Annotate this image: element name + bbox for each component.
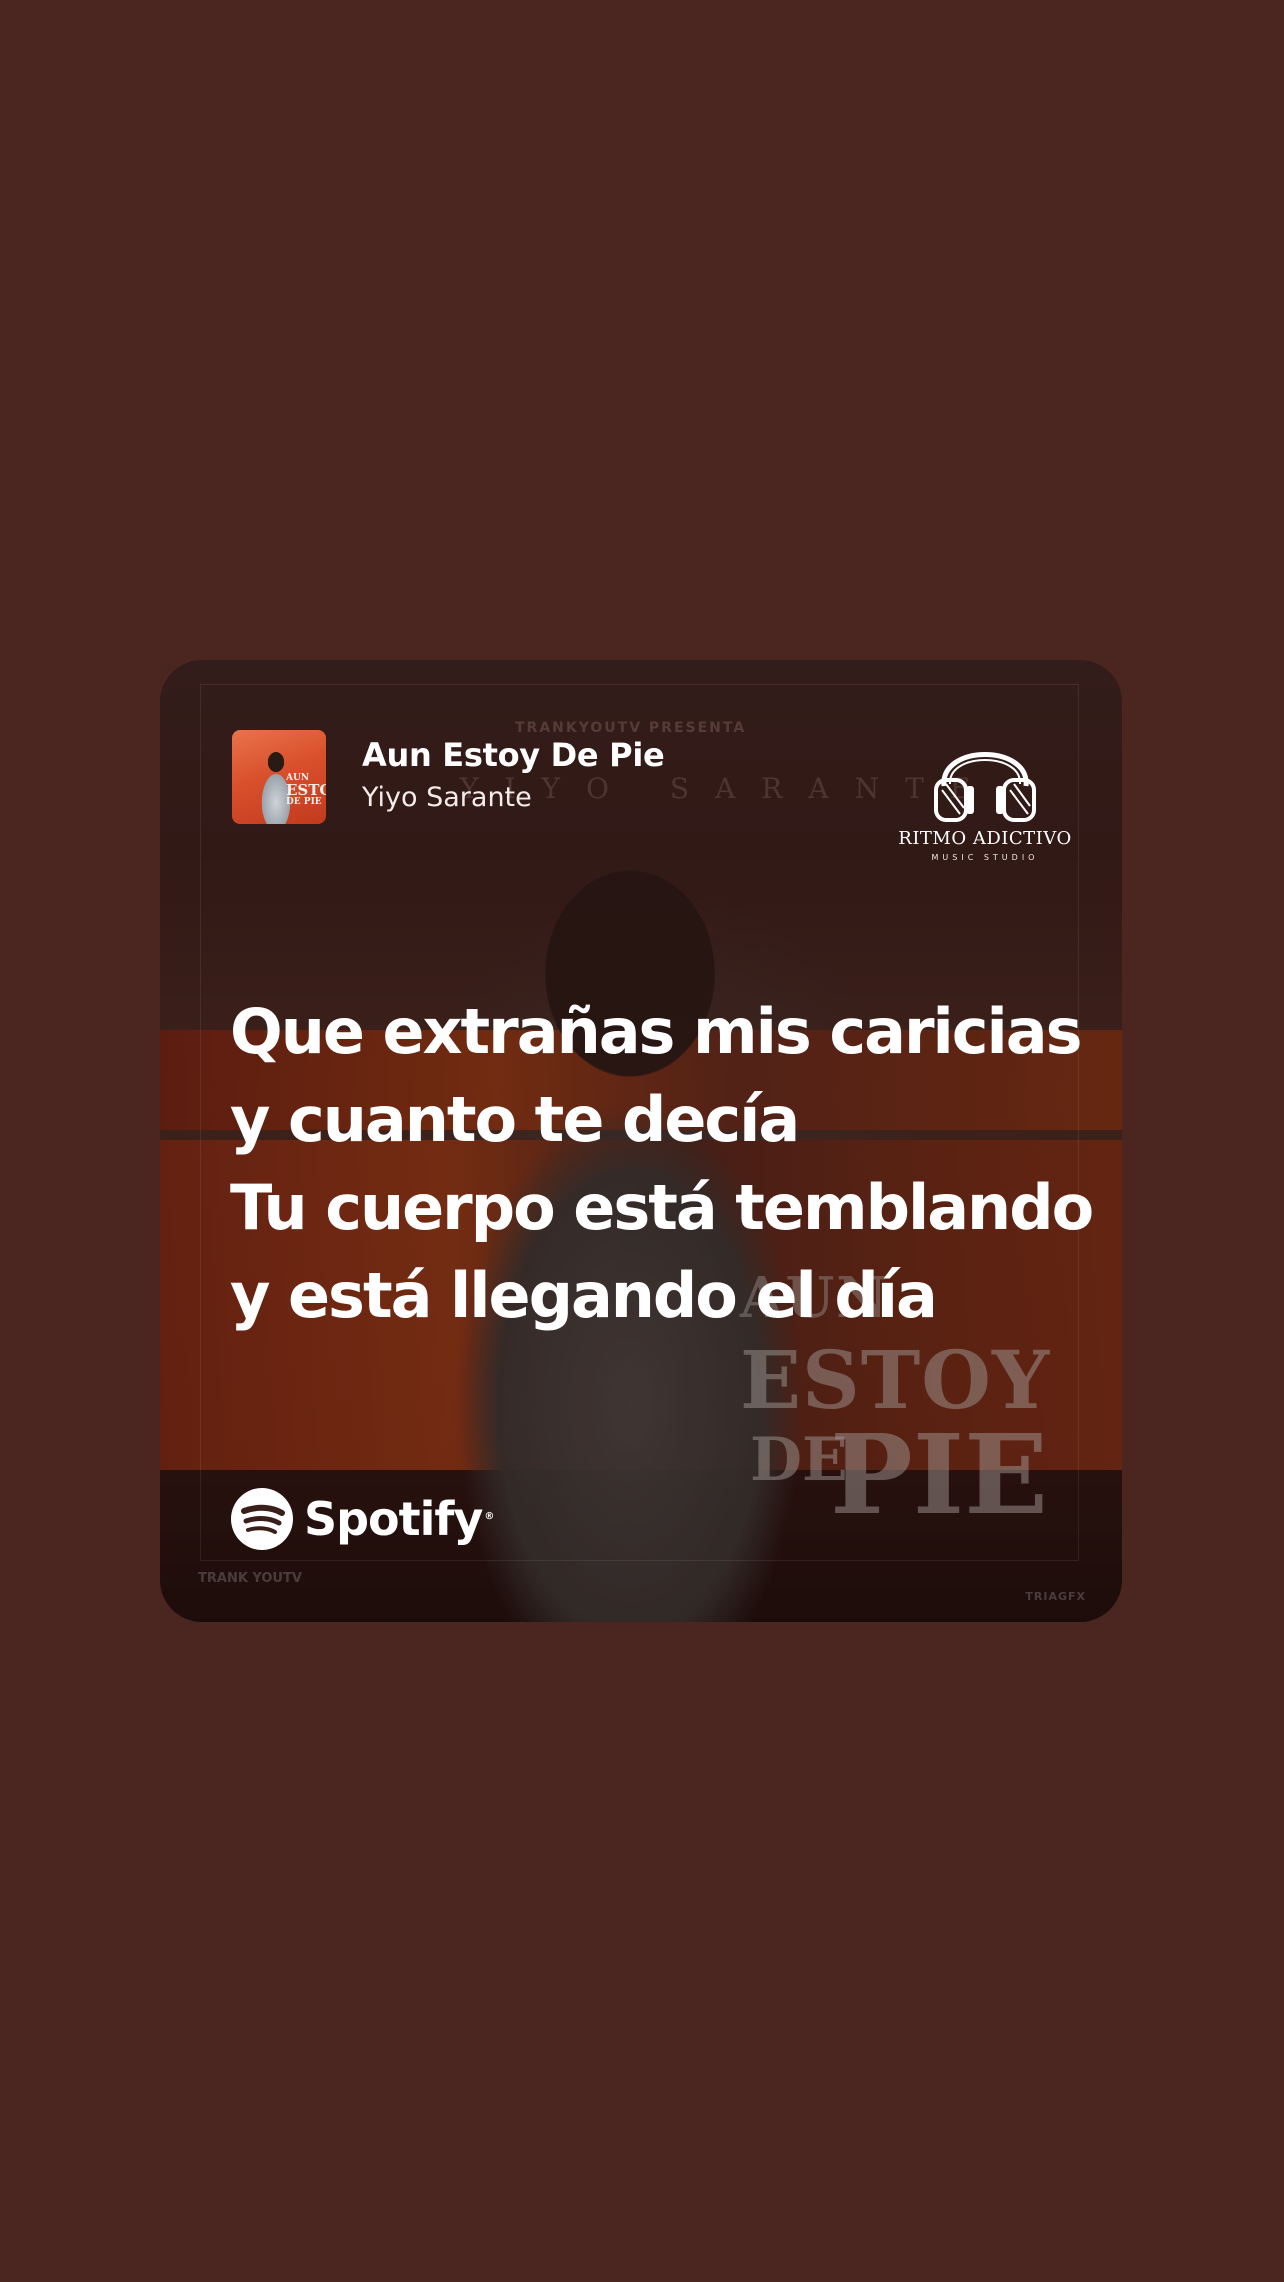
album-cover-thumbnail[interactable]: AUN ESTOY DE PIE bbox=[232, 730, 326, 824]
lyric-line-4: y está llegando el día bbox=[230, 1259, 938, 1332]
spotify-branding[interactable]: Spotify ® bbox=[230, 1487, 494, 1551]
headphones-icon bbox=[934, 752, 1036, 822]
logo-subtitle: MUSIC STUDIO bbox=[931, 853, 1039, 862]
cover-title-line2: ESTOY bbox=[286, 781, 326, 799]
song-title[interactable]: Aun Estoy De Pie bbox=[362, 736, 665, 774]
spotify-registered-mark: ® bbox=[484, 1510, 494, 1522]
lyric-line-3: Tu cuerpo está temblando bbox=[230, 1171, 1094, 1244]
cover-title-line3: DE PIE bbox=[286, 797, 322, 807]
spotify-name: Spotify bbox=[304, 1492, 483, 1546]
spotify-wordmark: Spotify ® bbox=[304, 1492, 494, 1546]
ritmo-adictivo-logo: RITMO ADICTIVO MUSIC STUDIO bbox=[890, 724, 1080, 862]
cover-title: AUN ESTOY DE PIE bbox=[286, 774, 326, 807]
lyrics-block: Que extrañas mis caricias y cuanto te de… bbox=[230, 988, 1094, 1340]
spotify-icon bbox=[231, 1488, 293, 1550]
logo-title: RITMO ADICTIVO bbox=[898, 828, 1072, 849]
page: TRANKYOUTV PRESENTA YIYO SARANTE AUN EST… bbox=[0, 0, 1284, 2282]
lyric-line-2: y cuanto te decía bbox=[230, 1083, 800, 1156]
lyric-card[interactable]: TRANKYOUTV PRESENTA YIYO SARANTE AUN EST… bbox=[160, 660, 1122, 1622]
lyric-line-1: Que extrañas mis caricias bbox=[230, 995, 1083, 1068]
song-artist[interactable]: Yiyo Sarante bbox=[362, 782, 532, 813]
